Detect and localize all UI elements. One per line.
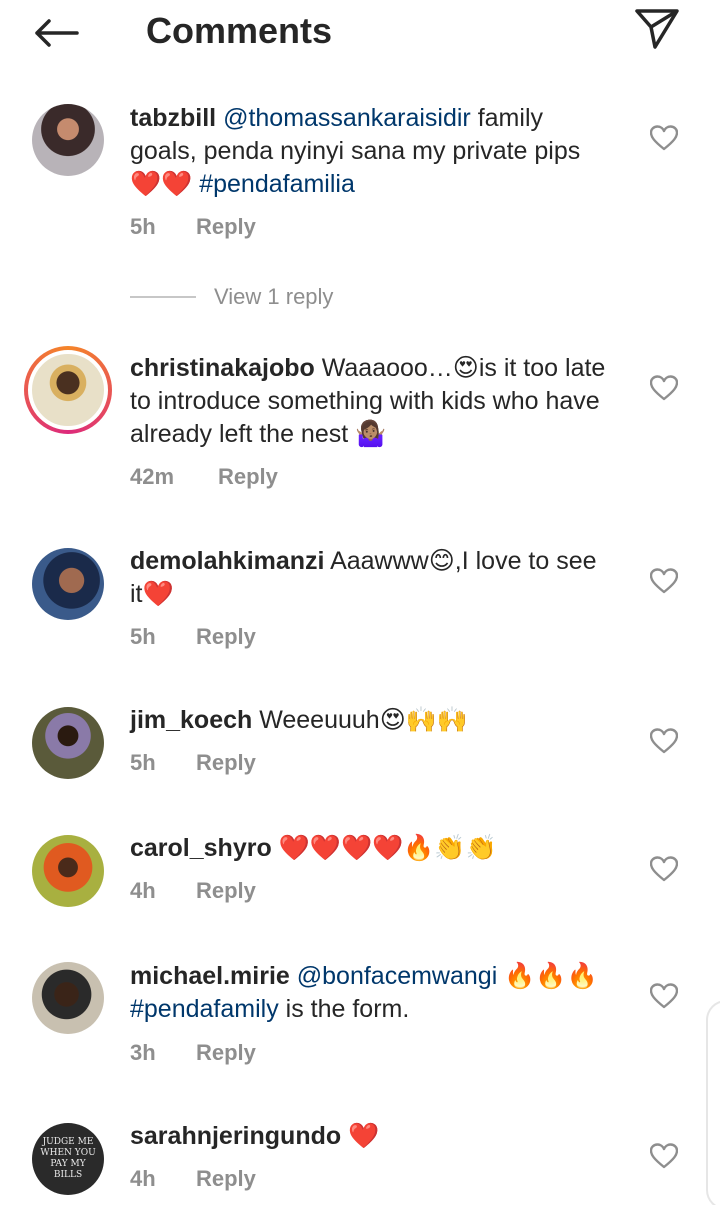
share-button[interactable] xyxy=(630,4,684,54)
username[interactable]: michael.mirie xyxy=(130,962,290,990)
arrow-left-icon xyxy=(35,19,79,47)
comment-meta: 5h Reply xyxy=(130,624,256,650)
comment-meta: 5h Reply xyxy=(130,750,256,776)
back-button[interactable] xyxy=(30,10,82,56)
page-title: Comments xyxy=(146,10,333,51)
like-heart-icon[interactable] xyxy=(650,1143,678,1169)
username[interactable]: christinakajobo xyxy=(130,354,315,382)
comment-text: tabzbill @thomassankaraisidir family goa… xyxy=(130,104,581,198)
avatar[interactable]: JUDGE ME WHEN YOU PAY MY BILLS xyxy=(32,1123,104,1195)
reply-button[interactable]: Reply xyxy=(196,624,256,650)
avatar[interactable] xyxy=(32,548,104,620)
timestamp: 3h xyxy=(130,1040,156,1065)
reply-button[interactable]: Reply xyxy=(218,464,278,490)
comment-text: jim_koech Weeeuuuh😍🙌🙌 xyxy=(130,706,469,734)
timestamp: 5h xyxy=(130,750,156,775)
comment-meta: 3h Reply xyxy=(130,1040,256,1066)
like-heart-icon[interactable] xyxy=(650,856,678,882)
mention-link[interactable]: @thomassankaraisidir xyxy=(223,104,471,132)
header: Comments xyxy=(0,0,720,64)
comment-text: michael.mirie @bonfacemwangi 🔥🔥🔥 #pendaf… xyxy=(130,962,598,1023)
comment-text: christinakajobo Waaaooo…😍is it too late … xyxy=(130,354,606,448)
avatar-story-ring[interactable] xyxy=(24,346,112,434)
comment-meta: 5h Reply xyxy=(130,214,256,240)
avatar-text: JUDGE ME WHEN YOU PAY MY BILLS xyxy=(40,1137,96,1180)
paper-plane-icon xyxy=(635,9,679,49)
timestamp: 4h xyxy=(130,878,156,903)
reply-button[interactable]: Reply xyxy=(196,1040,256,1066)
like-heart-icon[interactable] xyxy=(650,125,678,151)
divider xyxy=(130,296,196,298)
timestamp: 4h xyxy=(130,1166,156,1191)
username[interactable]: carol_shyro xyxy=(130,834,272,862)
hashtag-link[interactable]: #pendafamilia xyxy=(192,170,355,198)
comment-text: carol_shyro ❤️❤️❤️❤️🔥👏👏 xyxy=(130,834,497,862)
comment-text: sarahnjeringundo ❤️ xyxy=(130,1122,380,1150)
hashtag-link[interactable]: #pendafamily xyxy=(130,995,279,1023)
edge-panel-handle[interactable] xyxy=(706,1000,720,1205)
like-heart-icon[interactable] xyxy=(650,568,678,594)
username[interactable]: jim_koech xyxy=(130,706,252,734)
mention-link[interactable]: @bonfacemwangi xyxy=(297,962,498,990)
reply-button[interactable]: Reply xyxy=(196,214,256,240)
reply-button[interactable]: Reply xyxy=(196,1166,256,1192)
comment-meta: 4h Reply xyxy=(130,878,256,904)
like-heart-icon[interactable] xyxy=(650,728,678,754)
view-replies-button[interactable]: View 1 reply xyxy=(130,282,333,312)
timestamp: 5h xyxy=(130,214,156,239)
timestamp: 42m xyxy=(130,464,175,489)
view-replies-label: View 1 reply xyxy=(214,284,334,309)
avatar[interactable] xyxy=(32,707,104,779)
username[interactable]: tabzbill xyxy=(130,104,216,132)
avatar xyxy=(28,350,108,430)
timestamp: 5h xyxy=(130,624,156,649)
reply-button[interactable]: Reply xyxy=(196,878,256,904)
heart-emoji: ❤️❤️ xyxy=(130,170,193,198)
comment-meta: 42m Reply xyxy=(130,464,278,490)
username[interactable]: demolahkimanzi xyxy=(130,547,325,575)
reply-button[interactable]: Reply xyxy=(196,750,256,776)
comment-meta: 4h Reply xyxy=(130,1166,256,1192)
like-heart-icon[interactable] xyxy=(650,375,678,401)
comment-text: demolahkimanzi Aaawww😊,I love to see it❤… xyxy=(130,547,597,608)
like-heart-icon[interactable] xyxy=(650,983,678,1009)
avatar[interactable] xyxy=(32,835,104,907)
avatar[interactable] xyxy=(32,962,104,1034)
username[interactable]: sarahnjeringundo xyxy=(130,1122,341,1150)
avatar[interactable] xyxy=(32,104,104,176)
